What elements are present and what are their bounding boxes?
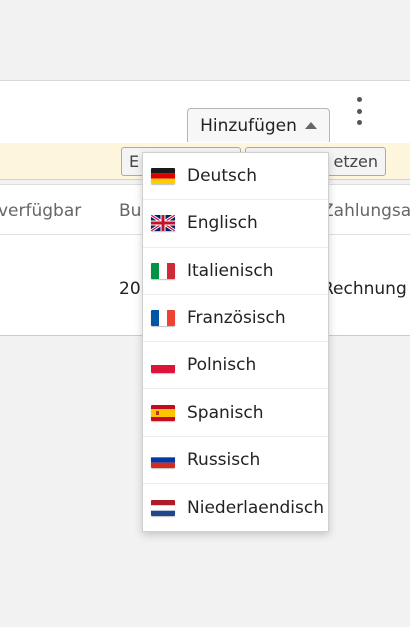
table-cell-date: 20	[119, 279, 141, 299]
add-button-label: Hinzufügen	[200, 115, 297, 136]
flag-nl-icon	[151, 499, 175, 516]
menu-item-label: Polnisch	[187, 355, 257, 376]
caret-up-icon	[304, 122, 317, 129]
menu-item-englisch[interactable]: Englisch	[143, 200, 328, 248]
menu-item-label: Russisch	[187, 449, 261, 470]
warning-bar-right-button-label: etzen	[333, 152, 379, 171]
menu-item-label: Niederlaendisch	[187, 497, 325, 518]
flag-it-icon	[151, 262, 175, 279]
column-header-booking[interactable]: Bu	[119, 201, 141, 221]
menu-item-franzoesisch[interactable]: Französisch	[143, 295, 328, 343]
flag-ru-icon	[151, 451, 175, 468]
menu-item-russisch[interactable]: Russisch	[143, 437, 328, 485]
more-options-icon[interactable]	[351, 95, 367, 127]
kebab-dot	[356, 97, 362, 102]
warning-bar-left-button-label: E	[129, 152, 140, 171]
flag-gb-icon	[151, 215, 175, 232]
menu-item-niederlaendisch[interactable]: Niederlaendisch	[143, 484, 328, 531]
flag-es-icon	[151, 404, 175, 421]
menu-item-label: Spanisch	[187, 402, 264, 423]
menu-item-deutsch[interactable]: Deutsch	[143, 153, 328, 201]
column-header-payment[interactable]: Zahlungsa	[322, 201, 410, 221]
add-button[interactable]: Hinzufügen	[187, 108, 330, 142]
menu-item-label: Italienisch	[187, 260, 274, 281]
table-cell-payment: Rechnung	[322, 279, 407, 299]
flag-pl-icon	[151, 357, 175, 374]
language-dropdown-menu: Deutsch Englisch Italienisch Französisch	[142, 152, 329, 532]
menu-item-spanisch[interactable]: Spanisch	[143, 389, 328, 437]
kebab-dot	[356, 120, 362, 125]
column-header-available[interactable]: verfügbar	[0, 201, 81, 221]
menu-item-polnisch[interactable]: Polnisch	[143, 342, 328, 390]
flag-de-icon	[151, 168, 175, 185]
menu-item-label: Englisch	[187, 213, 258, 234]
flag-fr-icon	[151, 310, 175, 327]
menu-item-label: Deutsch	[187, 166, 257, 187]
kebab-dot	[356, 108, 362, 114]
menu-item-label: Französisch	[187, 308, 286, 329]
menu-item-italienisch[interactable]: Italienisch	[143, 248, 328, 295]
